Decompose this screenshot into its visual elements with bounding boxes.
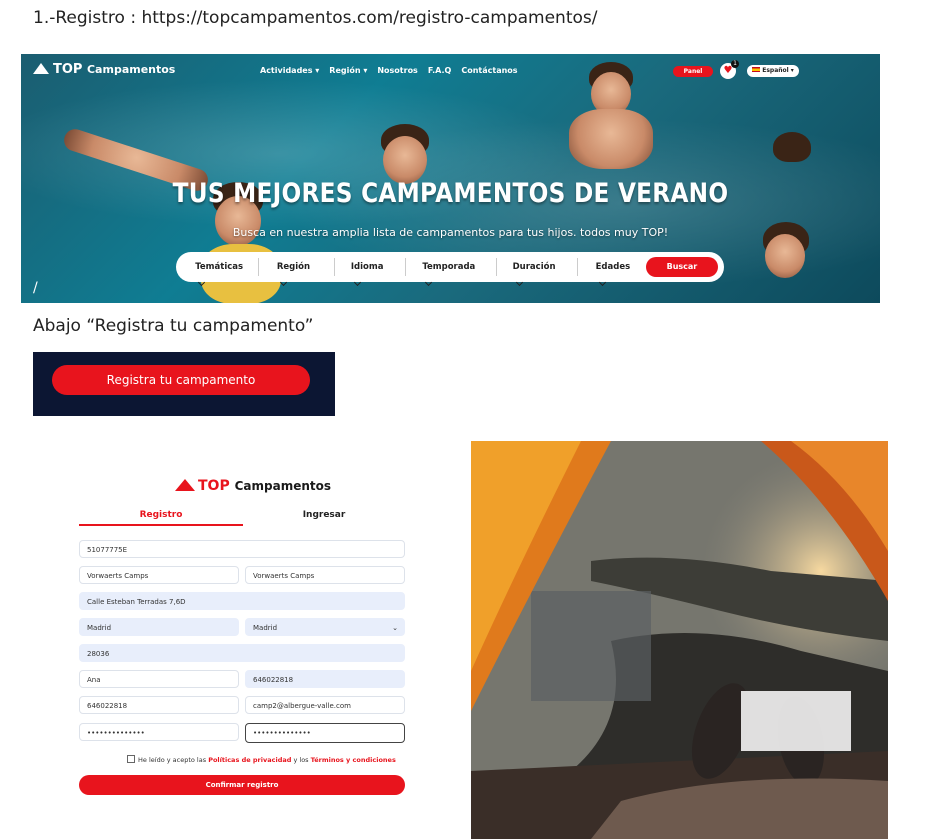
below-instruction: Abajo “Registra tu campamento” [33, 316, 314, 336]
swimmer-face [765, 234, 805, 278]
camp-name-field[interactable]: Vorwaerts Camps [79, 566, 239, 584]
filter-region[interactable]: Región [259, 258, 335, 287]
slash-mark: / [33, 280, 38, 296]
register-camp-button[interactable]: Registra tu campamento [52, 365, 310, 395]
hero-subtitle: Busca en nuestra amplia lista de campame… [232, 226, 669, 239]
search-button[interactable]: Buscar [645, 257, 718, 277]
password-confirm-field[interactable]: •••••••••••••• [245, 723, 405, 743]
hero-title: TUS MEJORES CAMPAMENTOS DE VERANO [172, 178, 729, 209]
phone-secondary-field[interactable]: 646022818 [79, 696, 239, 714]
nif-field[interactable]: 51077775E [79, 540, 405, 558]
swimmer-body [569, 109, 653, 169]
nav-actividades[interactable]: Actividades ▾ [260, 66, 319, 75]
language-selector[interactable]: Español ▾ [747, 65, 799, 77]
contact-name-field[interactable]: Ana [79, 670, 239, 688]
filter-idioma[interactable]: Idioma [335, 258, 407, 287]
password-field[interactable]: •••••••••••••• [79, 723, 239, 741]
consent-checkbox[interactable] [127, 755, 135, 763]
filter-edades[interactable]: Edades [578, 258, 646, 287]
swimmer-hair [773, 132, 811, 162]
postal-code-field[interactable]: 28036 [79, 644, 405, 662]
address-field[interactable]: Calle Esteban Terradas 7,6D [79, 592, 405, 610]
filter-temporada[interactable]: Temporada [406, 258, 497, 287]
confirm-registration-button[interactable]: Confirmar registro [79, 775, 405, 795]
chevron-down-icon [279, 278, 287, 287]
tent-photo [471, 441, 888, 839]
chevron-down-icon [198, 278, 206, 287]
phone-field[interactable]: 646022818 [245, 670, 405, 688]
filter-tematicas[interactable]: Temáticas [185, 258, 259, 287]
tab-underline [79, 524, 243, 526]
search-bar: Temáticas Región Idioma Temporada Duraci… [176, 252, 724, 287]
tab-ingresar[interactable]: Ingresar [243, 510, 405, 520]
nav-nosotros[interactable]: Nosotros [377, 66, 417, 75]
terms-link[interactable]: Términos y condiciones [311, 756, 396, 764]
chevron-down-icon [425, 278, 433, 287]
nav-contactanos[interactable]: Contáctanos [461, 66, 517, 75]
main-nav: Actividades ▾ Región ▾ Nosotros F.A.Q Co… [260, 66, 518, 75]
registration-form: TOP Campamentos Registro Ingresar 510777… [75, 470, 410, 820]
swimmer-face [383, 136, 427, 184]
spain-flag-icon [752, 67, 761, 72]
email-field[interactable]: camp2@albergue-valle.com [245, 696, 405, 714]
form-logo: TOP Campamentos [175, 478, 331, 494]
site-logo[interactable]: TOP Campamentos [33, 62, 175, 77]
register-cta-panel: Registra tu campamento [33, 352, 335, 416]
hero-banner: TOP Campamentos Actividades ▾ Región ▾ N… [21, 54, 880, 303]
nav-faq[interactable]: F.A.Q [428, 66, 452, 75]
filter-duracion[interactable]: Duración [497, 258, 578, 287]
nav-region[interactable]: Región ▾ [329, 66, 367, 75]
city-field[interactable]: Madrid [79, 618, 239, 636]
terms-consent: He leído y acepto las Políticas de priva… [127, 755, 396, 764]
panel-button[interactable]: Panel [673, 66, 713, 77]
tab-registro[interactable]: Registro [79, 510, 243, 520]
tent-scene-illustration [471, 441, 888, 839]
logo-chevron-icon [175, 479, 195, 491]
chevron-down-icon: ⌄ [392, 624, 398, 632]
privacy-link[interactable]: Políticas de privacidad [208, 756, 291, 764]
chevron-down-icon [598, 278, 606, 287]
favorites-count-badge: 1 [731, 60, 739, 68]
chevron-down-icon [515, 278, 523, 287]
company-name-field[interactable]: Vorwaerts Camps [245, 566, 405, 584]
step-heading: 1.-Registro : https://topcampamentos.com… [33, 8, 598, 28]
province-select[interactable]: Madrid ⌄ [245, 618, 405, 636]
chevron-down-icon [353, 278, 361, 287]
logo-chevron-icon [33, 63, 49, 74]
